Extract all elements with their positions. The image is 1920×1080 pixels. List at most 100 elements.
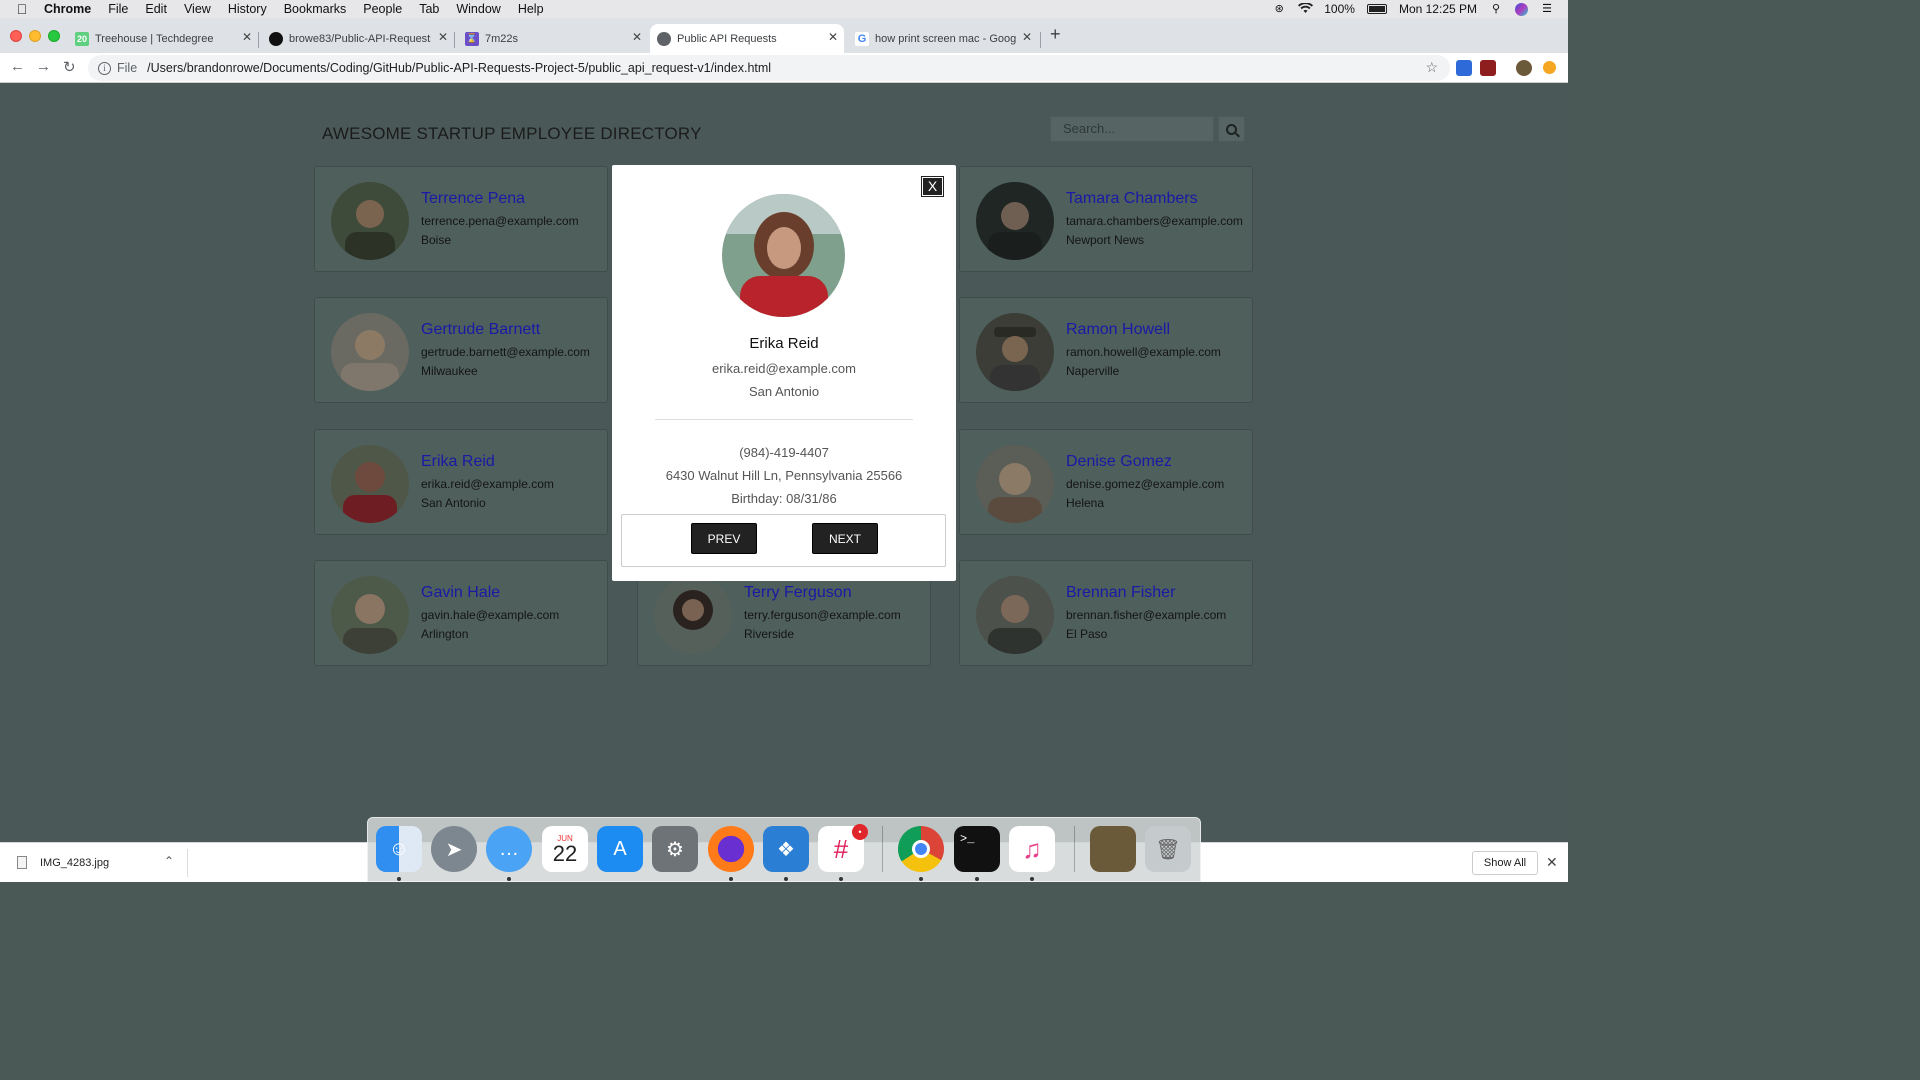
- window-minimize-button[interactable]: [29, 30, 41, 42]
- avatar: [976, 576, 1054, 654]
- menu-tab[interactable]: Tab: [419, 2, 439, 16]
- menu-app-chrome[interactable]: Chrome: [44, 2, 91, 16]
- forward-arrow-icon[interactable]: →: [36, 58, 51, 75]
- page-title: AWESOME STARTUP EMPLOYEE DIRECTORY: [322, 124, 702, 143]
- menu-view[interactable]: View: [184, 2, 211, 16]
- modal-button-container: PREV NEXT: [621, 514, 946, 567]
- site-info-icon[interactable]: i: [98, 61, 111, 75]
- messages-icon[interactable]: …: [486, 826, 532, 872]
- browser-tab-strip: 20 Treehouse | Techdegree ✕ browe83/Publ…: [0, 18, 1568, 53]
- tab-separator: [258, 32, 259, 48]
- employee-name: Tamara Chambers: [1066, 190, 1198, 207]
- avatar: [976, 313, 1054, 391]
- tab-timer[interactable]: ⌛ 7m22s ✕: [458, 24, 648, 53]
- running-indicator: [507, 877, 511, 881]
- modal-close-button[interactable]: X: [921, 176, 944, 197]
- menu-window[interactable]: Window: [456, 2, 500, 16]
- employee-card[interactable]: Gertrude Barnett gertrude.barnett@exampl…: [314, 297, 608, 403]
- running-indicator: [1030, 877, 1034, 881]
- battery-icon[interactable]: [1366, 4, 1387, 14]
- tab-close-icon[interactable]: ✕: [632, 30, 642, 44]
- photo-icon[interactable]: [1090, 826, 1136, 872]
- employee-name: Brennan Fisher: [1066, 584, 1176, 601]
- tab-close-icon[interactable]: ✕: [242, 30, 252, 44]
- trash-icon[interactable]: 🗑: [1145, 826, 1191, 872]
- employee-detail-modal: X Erika Reid erika.reid@example.com San …: [612, 165, 956, 581]
- employee-card[interactable]: Terrence Pena terrence.pena@example.com …: [314, 166, 608, 272]
- download-file-name[interactable]: IMG_4283.jpg: [40, 857, 109, 869]
- chrome-icon[interactable]: [898, 826, 944, 872]
- employee-card[interactable]: Gavin Hale gavin.hale@example.com Arling…: [314, 560, 608, 666]
- avatar: [654, 576, 732, 654]
- tab-google-search[interactable]: G how print screen mac - Google ✕: [848, 24, 1038, 53]
- url-text[interactable]: /Users/brandonrowe/Documents/Coding/GitH…: [147, 61, 771, 75]
- apple-menu-icon[interactable]: : [0, 1, 44, 17]
- menu-file[interactable]: File: [108, 2, 128, 16]
- employee-city: El Paso: [1066, 627, 1108, 641]
- menu-people[interactable]: People: [363, 2, 402, 16]
- launchpad-icon[interactable]: ➤: [431, 826, 477, 872]
- prev-button[interactable]: PREV: [691, 523, 757, 554]
- reload-icon[interactable]: ↻: [63, 58, 76, 76]
- app-store-icon[interactable]: A: [597, 826, 643, 872]
- terminal-icon[interactable]: >_: [954, 826, 1000, 872]
- calendar-icon[interactable]: JUN 22: [542, 826, 588, 872]
- bookmark-star-icon[interactable]: ☆: [1425, 59, 1438, 76]
- next-button[interactable]: NEXT: [812, 523, 878, 554]
- modal-divider: [655, 419, 913, 420]
- new-tab-plus-icon[interactable]: +: [1050, 24, 1061, 45]
- employee-card[interactable]: Erika Reid erika.reid@example.com San An…: [314, 429, 608, 535]
- menu-help[interactable]: Help: [518, 2, 544, 16]
- tab-close-icon[interactable]: ✕: [828, 30, 838, 44]
- siri-icon[interactable]: [1515, 2, 1528, 16]
- avatar: [331, 313, 409, 391]
- menu-bookmarks[interactable]: Bookmarks: [284, 2, 347, 16]
- window-close-button[interactable]: [10, 30, 22, 42]
- ublock-shield-icon[interactable]: [1480, 60, 1496, 76]
- tab-public-api-requests[interactable]: Public API Requests ✕: [650, 24, 844, 53]
- search-icon: [1226, 123, 1237, 135]
- wifi-icon[interactable]: [1298, 2, 1314, 15]
- tab-close-icon[interactable]: ✕: [1022, 30, 1032, 44]
- running-indicator: [784, 877, 788, 881]
- tab-title: how print screen mac - Google: [875, 32, 1017, 45]
- close-icon[interactable]: ✕: [1546, 854, 1558, 871]
- address-bar[interactable]: i File /Users/brandonrowe/Documents/Codi…: [88, 55, 1450, 81]
- search-button[interactable]: [1218, 116, 1245, 142]
- employee-email: brennan.fisher@example.com: [1066, 608, 1227, 622]
- employee-name: Ramon Howell: [1066, 321, 1171, 338]
- extension-icon[interactable]: [1456, 60, 1472, 76]
- search-input[interactable]: Search...: [1050, 116, 1214, 142]
- show-all-button[interactable]: Show All: [1472, 851, 1538, 875]
- employee-name: Erika Reid: [421, 453, 495, 470]
- employee-card[interactable]: Tamara Chambers tamara.chambers@example.…: [959, 166, 1253, 272]
- finder-icon[interactable]: ☺: [376, 826, 422, 872]
- spotlight-search-icon[interactable]: ⚲: [1489, 3, 1503, 15]
- menu-history[interactable]: History: [228, 2, 267, 16]
- modal-email: erika.reid@example.com: [712, 361, 856, 376]
- itunes-icon[interactable]: ♫: [1009, 826, 1055, 872]
- employee-email: ramon.howell@example.com: [1066, 345, 1221, 359]
- employee-name: Denise Gomez: [1066, 453, 1172, 470]
- menu-edit[interactable]: Edit: [145, 2, 167, 16]
- menubar-clock[interactable]: Mon 12:25 PM: [1399, 2, 1477, 16]
- chevron-up-icon[interactable]: ⌃: [164, 854, 174, 868]
- employee-card[interactable]: Brennan Fisher brennan.fisher@example.co…: [959, 560, 1253, 666]
- notification-center-icon[interactable]: ☰: [1540, 3, 1554, 15]
- browser-toolbar: ← → ↻ i File /Users/brandonrowe/Document…: [0, 53, 1568, 83]
- firefox-icon[interactable]: [708, 826, 754, 872]
- tab-github[interactable]: browe83/Public-API-Requests ✕: [262, 24, 454, 53]
- system-preferences-icon[interactable]: ⚙: [652, 826, 698, 872]
- employee-card[interactable]: Ramon Howell ramon.howell@example.com Na…: [959, 297, 1253, 403]
- vscode-icon[interactable]: ❖: [763, 826, 809, 872]
- window-maximize-button[interactable]: [48, 30, 60, 42]
- bluetooth-icon[interactable]: ⊛: [1272, 3, 1286, 15]
- tab-close-icon[interactable]: ✕: [438, 30, 448, 44]
- employee-name: Terry Ferguson: [744, 584, 852, 601]
- update-icon[interactable]: [1543, 61, 1556, 74]
- employee-card[interactable]: Denise Gomez denise.gomez@example.com He…: [959, 429, 1253, 535]
- avatar: [976, 445, 1054, 523]
- tab-treehouse[interactable]: 20 Treehouse | Techdegree ✕: [68, 24, 258, 53]
- back-arrow-icon[interactable]: ←: [10, 58, 25, 75]
- profile-avatar[interactable]: [1516, 60, 1532, 76]
